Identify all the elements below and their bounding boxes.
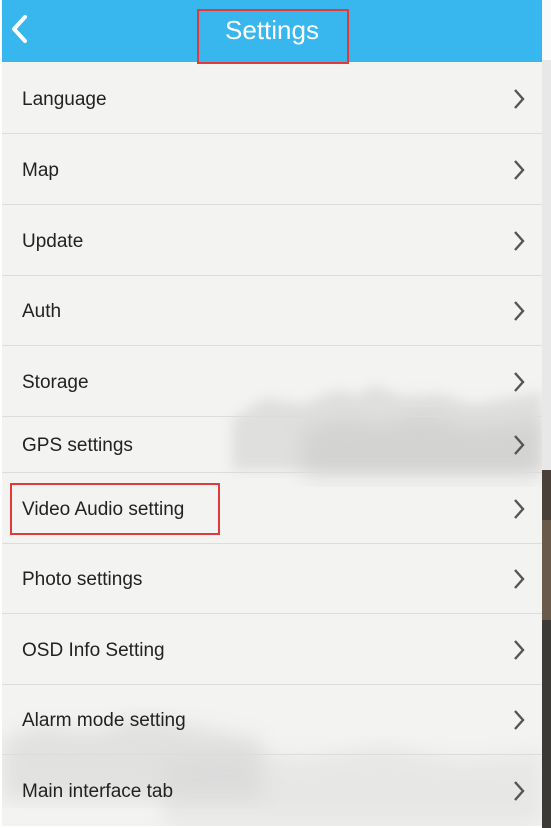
chevron-right-icon bbox=[514, 89, 525, 109]
settings-item-alarm-mode[interactable]: Alarm mode setting bbox=[2, 685, 542, 755]
settings-item-main-interface-tab[interactable]: Main interface tab bbox=[2, 755, 542, 826]
chevron-right-icon bbox=[514, 569, 525, 589]
chevron-right-icon bbox=[514, 231, 525, 251]
settings-item-auth[interactable]: Auth bbox=[2, 276, 542, 346]
settings-item-update[interactable]: Update bbox=[2, 205, 542, 276]
settings-item-label: Language bbox=[22, 89, 107, 110]
chevron-right-icon bbox=[514, 781, 525, 801]
app-header: Settings bbox=[2, 0, 542, 62]
settings-item-label: Auth bbox=[22, 301, 62, 322]
settings-item-language[interactable]: Language bbox=[2, 62, 542, 134]
chevron-right-icon bbox=[514, 710, 525, 730]
chevron-right-icon bbox=[514, 301, 525, 321]
settings-item-label: Alarm mode setting bbox=[22, 710, 186, 731]
settings-item-label: Video Audio setting bbox=[22, 499, 185, 520]
settings-item-gps[interactable]: GPS settings bbox=[2, 417, 542, 473]
settings-item-label: Map bbox=[22, 160, 59, 181]
settings-item-label: Update bbox=[22, 231, 84, 252]
page-title: Settings bbox=[225, 15, 319, 45]
background-window-edge bbox=[542, 0, 551, 828]
settings-item-map[interactable]: Map bbox=[2, 134, 542, 205]
settings-item-osd-info[interactable]: OSD Info Setting bbox=[2, 614, 542, 685]
chevron-right-icon bbox=[514, 499, 525, 519]
settings-item-label: GPS settings bbox=[22, 435, 133, 456]
settings-item-label: Storage bbox=[22, 372, 89, 393]
settings-item-label: Main interface tab bbox=[22, 781, 174, 802]
settings-item-storage[interactable]: Storage bbox=[2, 346, 542, 417]
settings-item-label: OSD Info Setting bbox=[22, 640, 165, 661]
settings-screen: Settings Language Map Update Auth Storag… bbox=[2, 0, 542, 826]
chevron-right-icon bbox=[514, 435, 525, 455]
chevron-right-icon bbox=[514, 372, 525, 392]
chevron-right-icon bbox=[514, 640, 525, 660]
settings-item-video-audio[interactable]: Video Audio setting bbox=[2, 473, 542, 544]
chevron-right-icon bbox=[514, 160, 525, 180]
settings-item-photo[interactable]: Photo settings bbox=[2, 544, 542, 614]
settings-item-label: Photo settings bbox=[22, 569, 143, 590]
